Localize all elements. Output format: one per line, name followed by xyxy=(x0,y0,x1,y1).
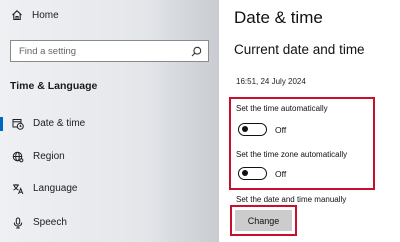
home-nav-item[interactable]: Home xyxy=(11,9,59,21)
sidebar: Home Find a setting Time & Language Date… xyxy=(0,0,219,242)
set-time-zone-automatically-label: Set the time zone automatically xyxy=(236,150,348,159)
sidebar-item-label: Date & time xyxy=(33,118,86,129)
set-time-zone-automatically-toggle[interactable] xyxy=(238,167,267,180)
search-input[interactable]: Find a setting xyxy=(10,40,209,62)
sidebar-item-label: Language xyxy=(33,183,78,194)
home-icon xyxy=(11,9,23,21)
toggle-state-label: Off xyxy=(275,125,287,135)
search-icon[interactable] xyxy=(191,46,202,57)
sidebar-item-speech[interactable]: Speech xyxy=(0,212,219,234)
current-datetime: 16:51, 24 July 2024 xyxy=(236,77,306,86)
date-time-icon xyxy=(12,118,24,130)
toggle-knob xyxy=(242,126,248,132)
main-content: Date & time Current date and time 16:51,… xyxy=(219,0,400,242)
toggle-state-label: Off xyxy=(275,169,287,179)
home-label: Home xyxy=(32,9,59,21)
section-title: Current date and time xyxy=(234,42,365,57)
sidebar-item-region[interactable]: Region xyxy=(0,146,219,168)
section-heading: Time & Language xyxy=(10,80,98,92)
change-button[interactable]: Change xyxy=(235,210,292,231)
set-time-automatically-toggle[interactable] xyxy=(238,123,267,136)
microphone-icon xyxy=(12,217,24,229)
toggle-knob xyxy=(242,170,248,176)
page-title: Date & time xyxy=(234,8,323,27)
set-time-automatically-label: Set the time automatically xyxy=(236,104,328,113)
selected-indicator xyxy=(0,117,3,131)
sidebar-item-label: Region xyxy=(33,151,65,162)
sidebar-item-date-time[interactable]: Date & time xyxy=(0,113,219,135)
sidebar-item-label: Speech xyxy=(33,217,67,228)
globe-gear-icon xyxy=(12,151,24,163)
search-placeholder: Find a setting xyxy=(19,45,77,57)
sidebar-item-language[interactable]: Language xyxy=(0,178,219,200)
set-manually-label: Set the date and time manually xyxy=(236,195,347,204)
language-icon xyxy=(12,183,24,195)
